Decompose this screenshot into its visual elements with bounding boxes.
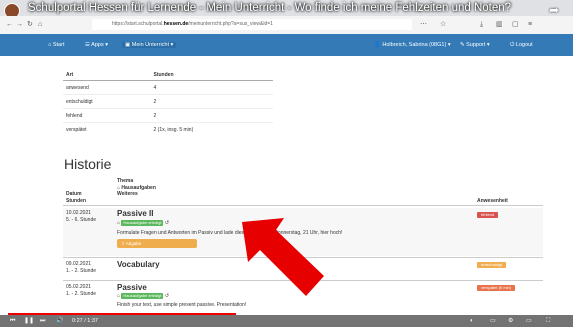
table-header: Stunden <box>150 70 273 81</box>
homework-done-tag: Hausaufgabe erledigt <box>121 220 164 226</box>
menu-icon[interactable]: ≡ <box>528 20 532 30</box>
entry-date: 09.02.2021 1. - 2. Stunde <box>66 261 97 274</box>
browser-toolbar: ← → ↻ ⌂ https://start.schulportal.hessen… <box>0 16 573 35</box>
fullscreen-icon[interactable]: ⛶ <box>546 316 550 326</box>
entry-title[interactable]: Passive II <box>117 209 153 218</box>
theater-icon[interactable]: ▭ <box>526 316 532 326</box>
table-row: verspätet 2 (1x, insg. 5 min) <box>63 122 273 136</box>
status-badge: entschuldigt <box>477 262 507 268</box>
absence-summary-table: Art Stunden anwesend 4 entschuldigt 2 fehl… <box>63 70 273 136</box>
historie-heading: Historie <box>64 156 112 172</box>
forward-icon[interactable]: → <box>16 20 23 30</box>
back-icon[interactable]: ← <box>6 20 13 30</box>
next-icon[interactable]: ⏭ <box>40 316 45 326</box>
red-arrow-annotation <box>242 218 324 296</box>
table-cell: fehlend <box>63 108 151 123</box>
nav-user[interactable]: 👤 Holbreich, Sabrina (08G1) ▾ <box>374 34 451 56</box>
table-cell: 4 <box>150 80 273 95</box>
url-suffix: /meinunterricht.php?a=sus_view&id=1 <box>188 21 273 27</box>
volume-icon[interactable]: 🔊 <box>56 316 63 326</box>
nav-logout[interactable]: ⏻ Logout <box>510 34 533 56</box>
entry-title[interactable]: Passive <box>117 283 147 292</box>
status-badge: fehlend <box>477 212 499 218</box>
homework-done-tag: Hausaufgabe erledigt <box>121 293 164 299</box>
video-time: 0:27 / 1:37 <box>72 318 98 324</box>
undo-icon[interactable]: ↺ <box>165 220 169 226</box>
nav-apps[interactable]: ☰ Apps ▾ <box>85 34 108 56</box>
table-cell: 2 <box>150 94 273 109</box>
historie-table-header: Datum Stunden Thema ⌂ Hausaufgaben Weite… <box>63 178 543 204</box>
nav-start[interactable]: ⌂ Start <box>48 34 64 56</box>
entry-title[interactable]: Vocabulary <box>117 260 160 269</box>
undo-icon[interactable]: ↺ <box>165 293 169 299</box>
table-row: anwesend 4 <box>63 80 273 95</box>
video-title[interactable]: Schulportal Hessen für Lernende - Mein U… <box>28 2 511 14</box>
url-field[interactable]: https://start.schulportal.hessen.de/mein… <box>92 19 412 30</box>
settings-icon[interactable]: ⚙ <box>508 316 513 326</box>
sidebar-icon[interactable]: ▢ <box>512 20 519 30</box>
nav-current-course[interactable]: ▣ Mein Unterricht ▾ <box>122 34 177 56</box>
col-weiteres: Weiteres <box>117 191 138 197</box>
entry-date: 10.02.2021 5. - 6. Stunde <box>66 210 97 223</box>
col-anwesenheit: Anwesenheit <box>477 197 508 204</box>
table-cell: anwesend <box>63 80 151 95</box>
video-controls: ⏮ ❚❚ ⏭ 🔊 0:27 / 1:37 ◐ ▭ ⚙ ▭ ⛶ <box>0 315 573 327</box>
library-icon[interactable]: ▥ <box>496 20 503 30</box>
table-row: entschuldigt 2 <box>63 94 273 109</box>
previous-icon[interactable]: ⏮ <box>10 316 15 326</box>
book-icon: ▣ <box>125 42 132 48</box>
share-icon[interactable]: ➦ <box>549 3 559 17</box>
bookmark-star-icon[interactable]: ☆ <box>440 20 446 30</box>
reload-icon[interactable]: ↻ <box>27 20 33 30</box>
download-icon[interactable]: ⤓ <box>480 20 483 30</box>
url-prefix: https://start.schulportal. <box>112 21 164 27</box>
table-row: fehlend 2 <box>63 108 273 123</box>
autoplay-toggle[interactable]: ◐ <box>470 316 474 326</box>
status-badge: verspätet (5 min) <box>477 285 516 291</box>
entry-date: 05.02.2021 1. - 2. Stunde <box>66 284 97 297</box>
pause-icon[interactable]: ❚❚ <box>24 316 34 326</box>
app-navbar: ⌂ Start ☰ Apps ▾ ▣ Mein Unterricht ▾ 👤 H… <box>0 34 573 56</box>
table-header: Art <box>63 70 151 81</box>
table-cell: 2 <box>150 108 273 123</box>
table-cell: entschuldigt <box>63 94 151 109</box>
table-cell: verspätet <box>63 122 151 136</box>
url-domain: hessen.de <box>163 21 189 27</box>
divider <box>63 205 543 206</box>
nav-support[interactable]: ✎ Support ▾ <box>460 34 490 56</box>
upload-button[interactable]: ⇧ Abgabe <box>117 239 197 248</box>
page-actions-icon[interactable]: ⋯ <box>420 20 427 30</box>
table-cell: 2 (1x, insg. 5 min) <box>150 122 273 136</box>
col-stunden: Stunden <box>66 197 86 204</box>
subtitles-icon[interactable]: ▭ <box>490 316 496 326</box>
home-icon[interactable]: ⌂ <box>38 20 42 30</box>
homework-tag-row: ⌂ Hausaufgabe erledigt ↺ <box>117 293 169 299</box>
entry-text: Finish your text, use simple present pas… <box>117 302 247 308</box>
homework-tag-row: ⌂ Hausaufgabe erledigt ↺ <box>117 220 169 226</box>
